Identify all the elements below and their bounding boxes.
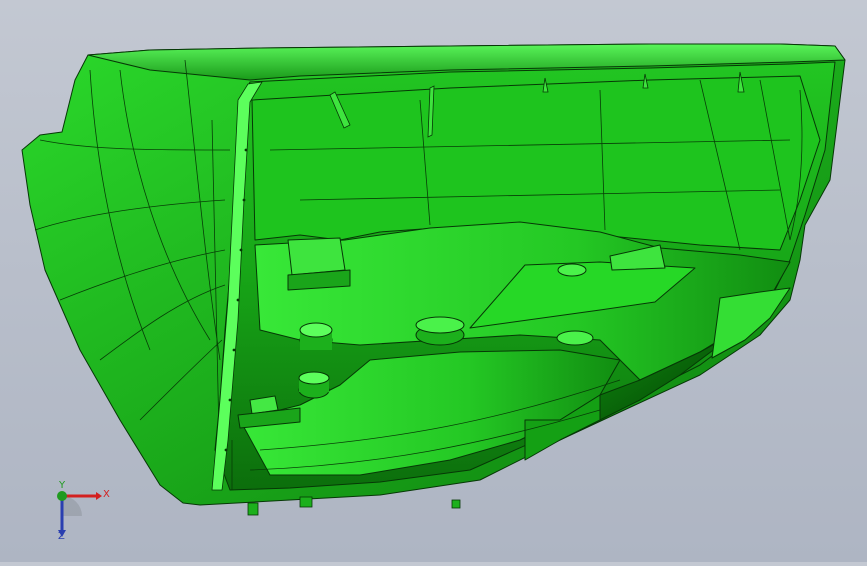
boss-4 xyxy=(557,263,587,277)
y-axis-label: Y xyxy=(59,480,66,491)
boss-5 xyxy=(556,330,594,346)
z-axis-label: Z xyxy=(58,531,65,542)
left-tab xyxy=(287,237,346,276)
right-slot xyxy=(711,287,791,359)
orientation-triad: X Y Z xyxy=(44,480,114,550)
3d-viewport[interactable] xyxy=(0,0,867,562)
x-axis-label: X xyxy=(103,489,110,500)
model-render xyxy=(21,43,846,516)
